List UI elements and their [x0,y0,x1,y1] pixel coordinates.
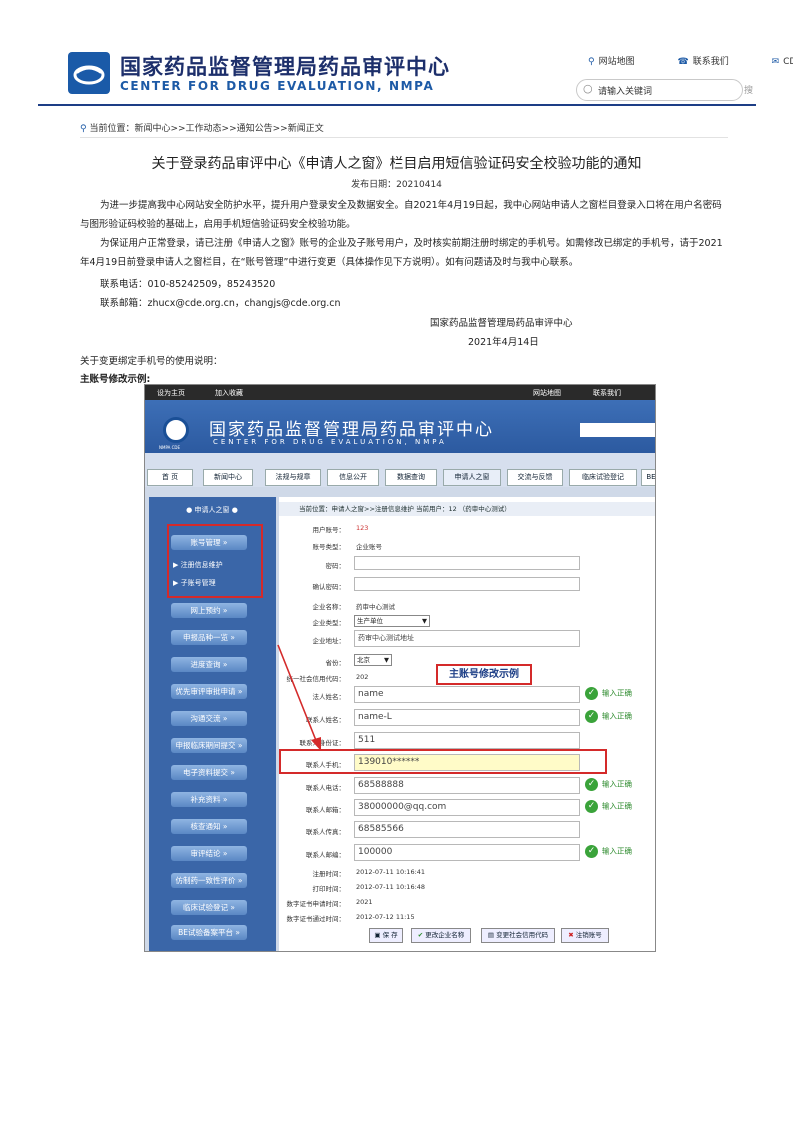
header-divider [38,104,756,106]
instructions-heading: 关于变更绑定手机号的使用说明： [80,356,223,367]
search-icon: ○ [583,82,593,95]
sitemap-link[interactable]: ⚲ 网站地图 [588,57,655,67]
location-pin-icon: ⚲ [588,57,595,67]
signature: 国家药品监督管理局药品审评中心 [430,318,573,329]
search-placeholder: 请输入关键词 [598,87,653,97]
mail-icon: ✉ [771,57,780,67]
breadcrumb-divider [80,137,728,138]
example-heading: 主账号修改示例: [80,374,151,385]
signature-date: 2021年4月14日 [468,337,539,348]
site-title: 国家药品监督管理局药品审评中心 [120,55,450,79]
contact-email: 联系邮箱：zhucx@cde.org.cn，changjs@cde.org.cn [100,298,341,309]
search-button[interactable]: 搜 [744,83,753,96]
example-screenshot: 设为主页 加入收藏 网站地图 联系我们 NMPA CDE 国家药品监督管理局药品… [144,384,656,952]
cd-link[interactable]: ✉ CD [772,57,793,67]
article-title: 关于登录药品审评中心《申请人之窗》栏目启用短信验证码安全校验功能的通知 [151,156,642,172]
top-links: ⚲ 网站地图 ☎ 联系我们 ✉ CD [588,54,793,67]
site-subtitle: CENTER FOR DRUG EVALUATION, NMPA [120,79,435,93]
contact-link[interactable]: ☎ 联系我们 [677,57,748,67]
phone-icon: ☎ [677,57,689,67]
publish-date: 发布日期：20210414 [351,180,442,190]
breadcrumb: ⚲ 当前位置：新闻中心>>工作动态>>通知公告>>新闻正文 [80,124,324,134]
paragraph-2: 为保证用户正常登录，请已注册《申请人之窗》账号的企业及子账号用户，及时核实前期注… [80,238,723,268]
cde-logo[interactable] [68,52,110,94]
paragraph-1: 为进一步提高我中心网站安全防护水平，提升用户登录安全及数据安全。自2021年4月… [80,200,722,230]
contact-phone: 联系电话：010-85242509，85243520 [100,279,276,290]
pointer-arrow-icon [277,644,321,751]
